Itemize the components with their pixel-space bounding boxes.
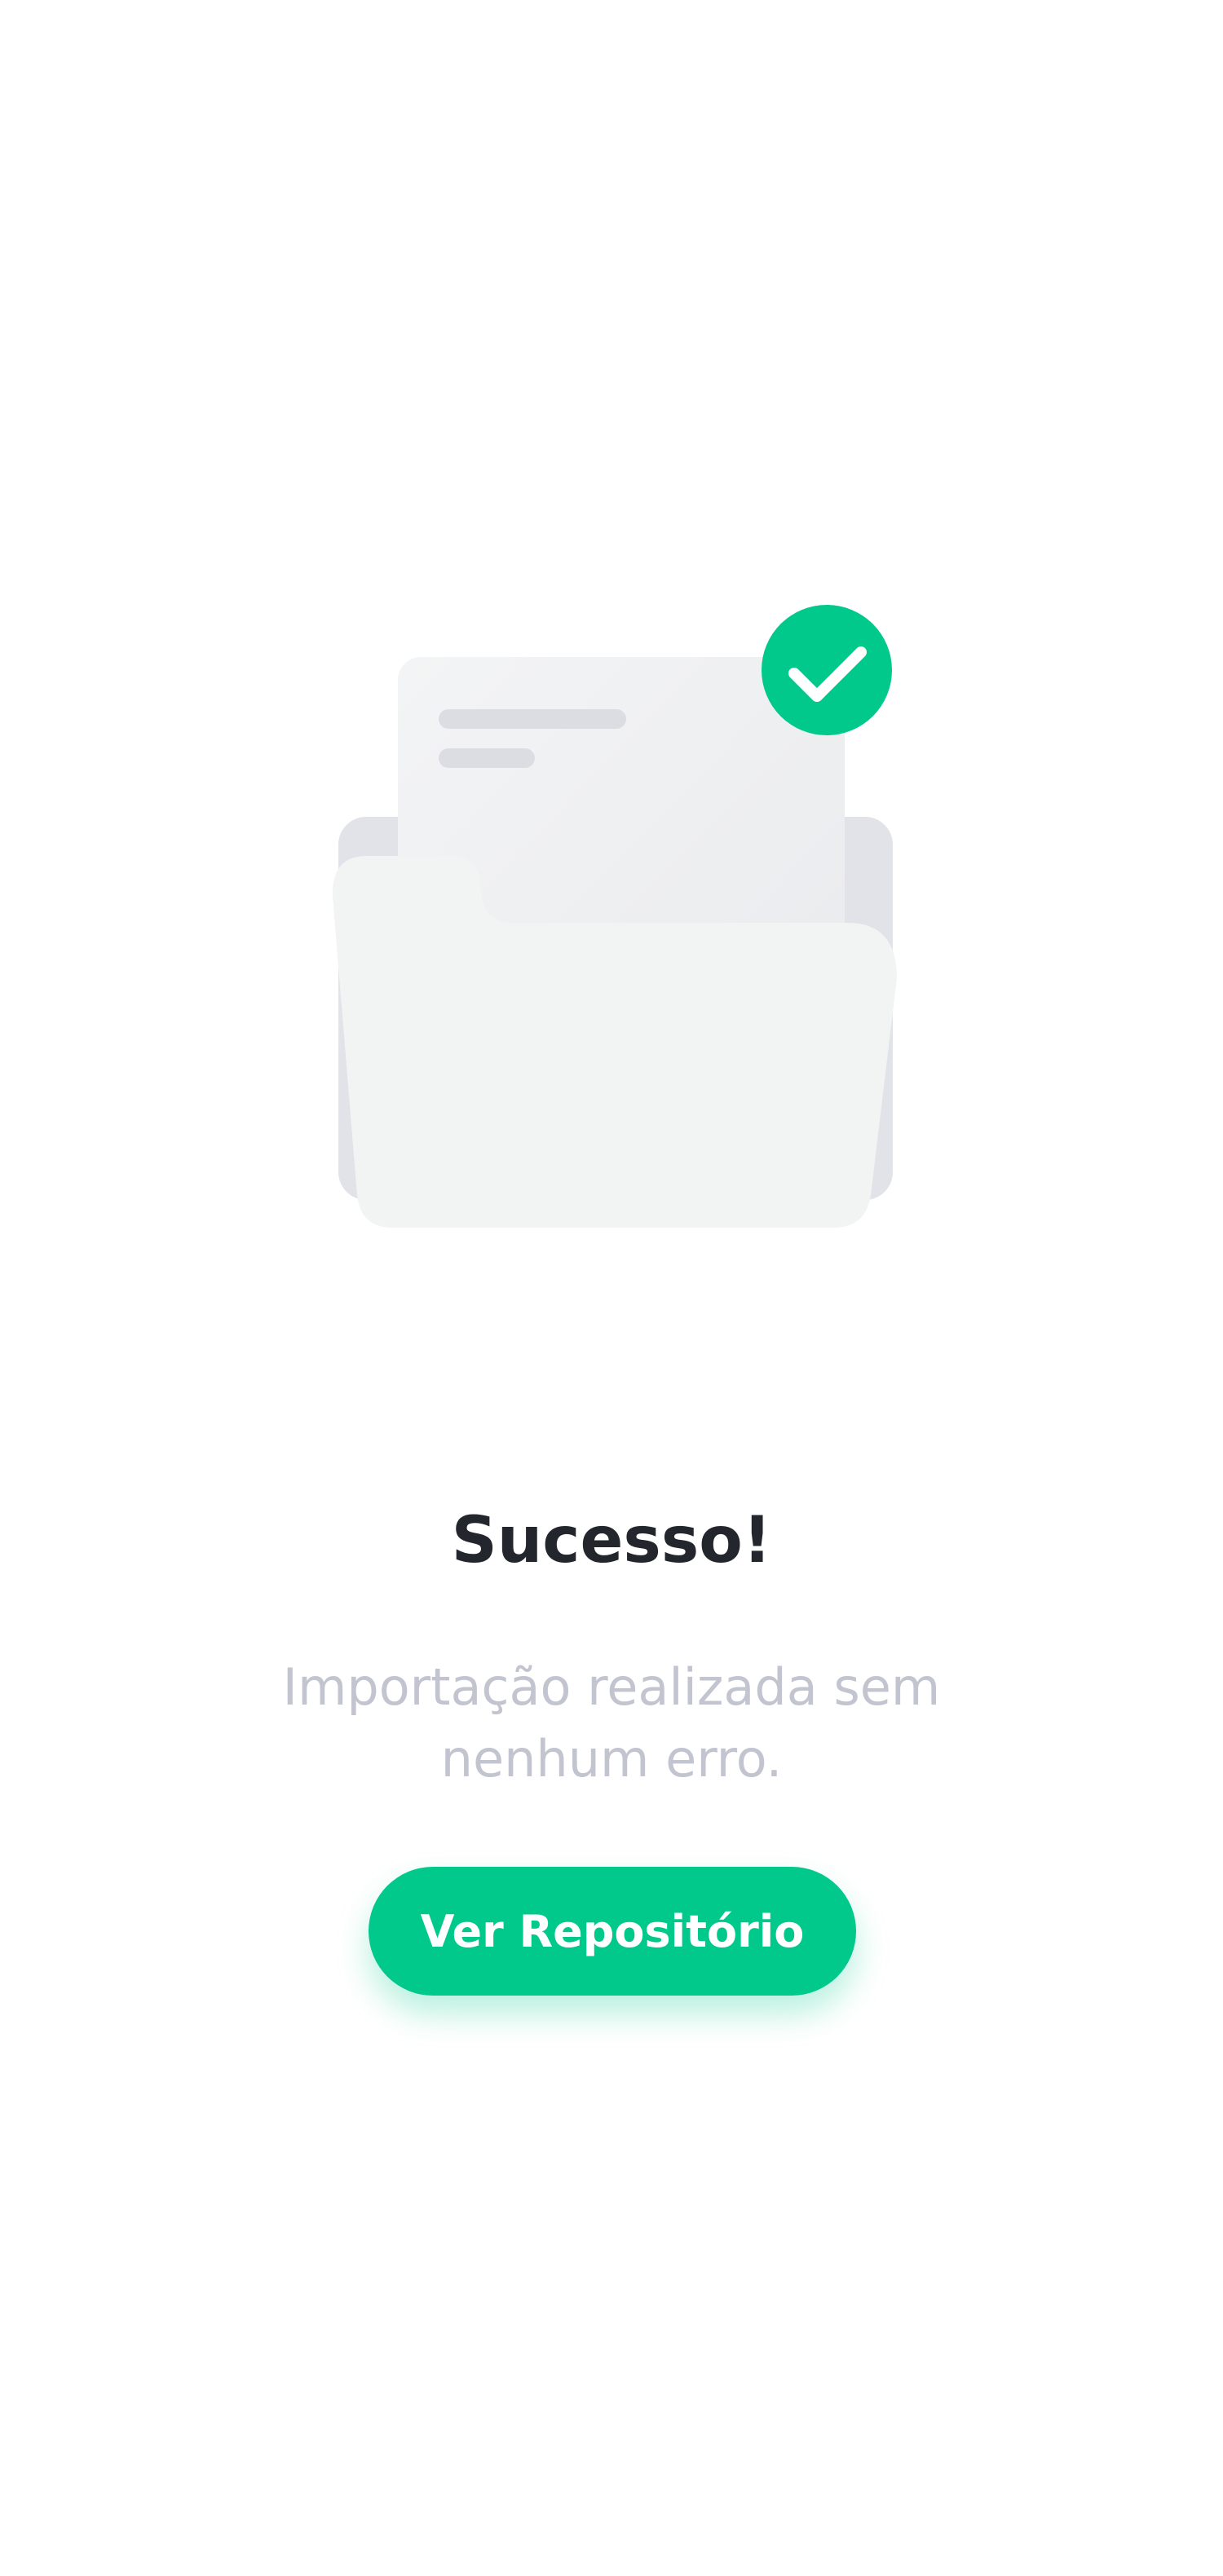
folder-with-document-icon: [332, 605, 897, 1228]
view-repository-button[interactable]: Ver Repositório: [369, 1867, 856, 1996]
document-line: [439, 709, 626, 729]
check-circle-icon: [762, 605, 892, 735]
document-line: [439, 748, 535, 768]
status-message: Importação realizada sem nenhum erro.: [282, 1657, 941, 1789]
page-title: Sucesso!: [451, 1504, 772, 1577]
